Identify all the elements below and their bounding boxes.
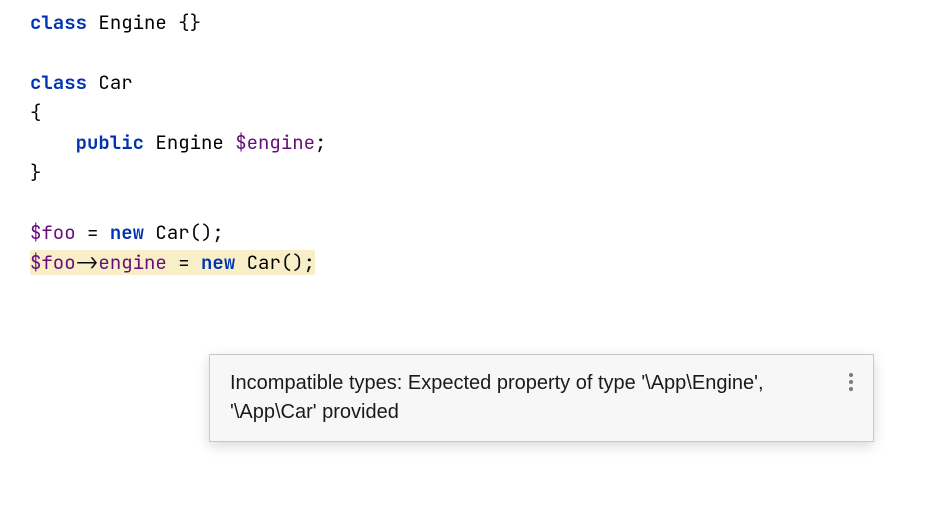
code-line-8: $foo = new Car(); xyxy=(0,218,926,248)
braces: {} xyxy=(178,10,201,35)
code-line-1: class Engine {} xyxy=(0,8,926,38)
code-editor[interactable]: class Engine {} class Car { public Engin… xyxy=(0,8,926,278)
parens: (); xyxy=(281,250,315,275)
type-car: Car xyxy=(155,220,189,245)
inspection-tooltip: Incompatible types: Expected property of… xyxy=(209,354,874,442)
type-engine: Engine xyxy=(155,130,223,155)
type-name: Car xyxy=(98,70,132,95)
var-foo: $foo xyxy=(30,220,76,245)
type-name: Engine xyxy=(98,10,166,35)
code-line-9: $foo->engine = new Car(); xyxy=(0,248,926,278)
var-engine: $engine xyxy=(235,130,315,155)
var-foo: $foo xyxy=(30,250,76,275)
keyword-public: public xyxy=(76,130,144,155)
prop-engine: engine xyxy=(98,250,166,275)
keyword-new: new xyxy=(201,250,235,275)
code-line-blank xyxy=(0,38,926,68)
warning-highlight: $foo->engine = new Car(); xyxy=(30,250,315,275)
tooltip-message: Incompatible types: Expected property of… xyxy=(230,369,849,427)
more-actions-icon[interactable] xyxy=(849,369,853,391)
brace-open: { xyxy=(30,100,41,125)
keyword-new: new xyxy=(110,220,144,245)
keyword-class: class xyxy=(30,10,87,35)
keyword-class: class xyxy=(30,70,87,95)
code-line-4: { xyxy=(0,98,926,128)
semicolon: ; xyxy=(315,130,326,155)
code-line-5: public Engine $engine; xyxy=(0,128,926,158)
code-line-6: } xyxy=(0,158,926,188)
code-line-blank xyxy=(0,188,926,218)
brace-close: } xyxy=(30,160,41,185)
eq: = xyxy=(167,250,201,275)
type-car: Car xyxy=(247,250,281,275)
arrow: -> xyxy=(76,250,99,275)
code-line-3: class Car xyxy=(0,68,926,98)
eq: = xyxy=(76,220,110,245)
parens: (); xyxy=(190,220,224,245)
